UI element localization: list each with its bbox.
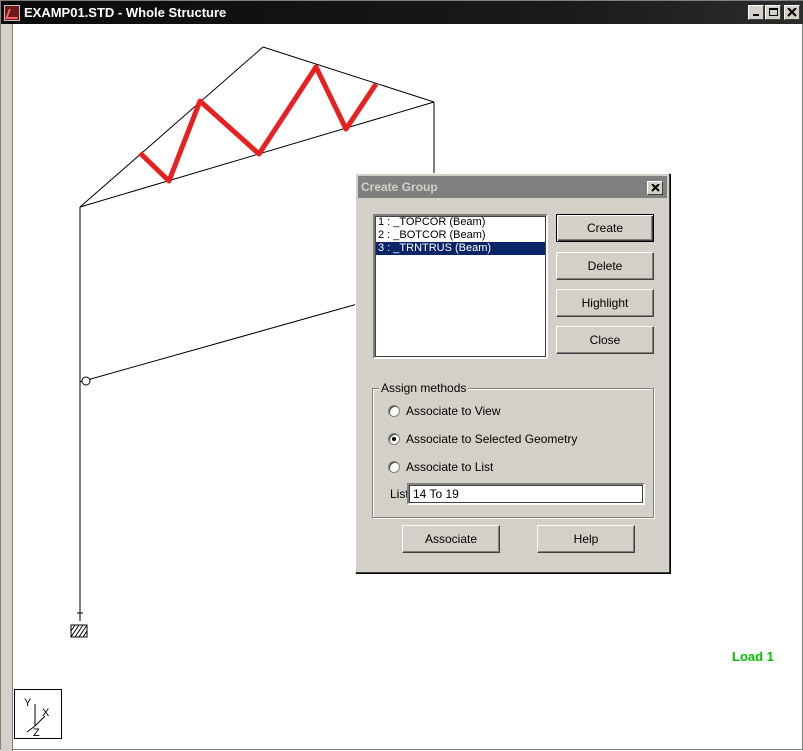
top-chord-left[interactable] [79,46,264,208]
top-chord-right[interactable] [262,46,435,103]
radio-button[interactable] [388,461,400,473]
list-field-label: List [390,487,409,501]
radio-associate-to-list[interactable]: Associate to List [388,460,493,474]
window-controls [747,5,800,20]
radio-button-checked[interactable] [388,433,400,445]
maximize-button[interactable] [765,5,781,20]
radio-label: Associate to List [406,460,494,474]
create-button[interactable]: Create [556,214,654,242]
minimize-icon [753,14,759,16]
associate-button[interactable]: Associate [402,525,500,553]
group-list-item[interactable]: 2 : _BOTCOR (Beam) [375,229,546,242]
left-toolbar-strip [1,24,13,751]
minimize-button[interactable] [748,5,764,20]
help-button[interactable]: Help [537,525,635,553]
highlight-button[interactable]: Highlight [556,289,654,317]
load-case-label: Load 1 [732,649,774,664]
radio-associate-to-view[interactable]: Associate to View [388,404,501,418]
assign-methods-group: Assign methods Associate to View Associa… [372,381,654,518]
window-title: EXAMP01.STD - Whole Structure [24,5,227,20]
axes-triad-icon: Y X Z [24,697,50,739]
structure-window: EXAMP01.STD - Whole Structure Load 1 Y X… [0,0,803,751]
radio-label: Associate to Selected Geometry [406,432,578,446]
create-group-dialog: Create Group 1 : _TOPCOR (Beam) 2 : _BOT… [355,173,670,573]
delete-button[interactable]: Delete [556,252,654,280]
app-icon [4,4,20,21]
dialog-titlebar[interactable]: Create Group [358,176,667,198]
axis-y-label: Y [24,697,32,709]
dialog-close-button[interactable] [647,181,663,195]
window-titlebar[interactable]: EXAMP01.STD - Whole Structure [1,1,803,24]
radio-button[interactable] [388,405,400,417]
node-marker[interactable] [81,376,91,386]
fixed-support-icon [70,624,88,638]
close-icon [651,184,660,192]
mid-beam[interactable] [79,302,362,383]
assign-methods-title: Assign methods [379,381,469,395]
group-list-item[interactable]: 1 : _TOPCOR (Beam) [375,216,546,229]
axes-triad: Y X Z [14,689,62,739]
axis-x-label: X [42,707,50,719]
close-button[interactable]: Close [556,326,654,354]
list-input[interactable]: 14 To 19 [407,483,645,505]
radio-associate-to-selected-geometry[interactable]: Associate to Selected Geometry [388,432,577,446]
group-listbox[interactable]: 1 : _TOPCOR (Beam) 2 : _BOTCOR (Beam) 3 … [373,214,548,359]
close-window-button[interactable] [784,5,800,20]
group-list-item-selected[interactable]: 3 : _TRNTRUS (Beam) [375,242,546,255]
axis-z-label: Z [33,727,40,738]
dialog-title: Create Group [361,180,438,194]
radio-label: Associate to View [406,404,501,418]
close-icon [787,8,797,17]
maximize-icon [769,8,778,16]
